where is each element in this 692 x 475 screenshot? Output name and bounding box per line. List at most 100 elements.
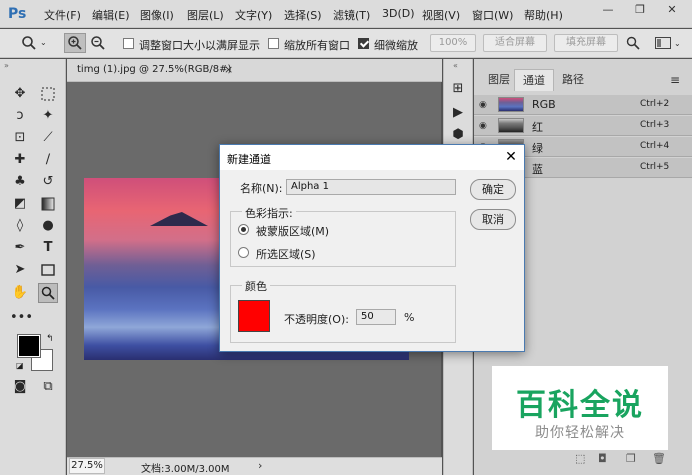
load-selection-icon[interactable]: ⬚ xyxy=(575,452,585,465)
masked-areas-radio[interactable] xyxy=(238,224,249,235)
menu-bar: Ps 文件(F) 编辑(E) 图像(I) 图层(L) 文字(Y) 选择(S) 滤… xyxy=(0,0,692,28)
eraser-tool-icon[interactable]: ◩ xyxy=(10,194,30,214)
dodge-tool-icon[interactable]: ● xyxy=(38,216,58,236)
pen-tool-icon[interactable]: ✒ xyxy=(10,238,30,258)
status-menu-arrow[interactable]: › xyxy=(258,459,262,472)
channel-shortcut: Ctrl+5 xyxy=(640,162,670,172)
preset-dropdown-icon[interactable]: ⌄ xyxy=(40,38,47,47)
resize-windows-checkbox[interactable] xyxy=(123,38,134,49)
channel-name: RGB xyxy=(532,98,556,111)
eyedropper-tool-icon[interactable]: ⟋ xyxy=(38,128,58,148)
channel-row-red[interactable]: ◉ 红 Ctrl+3 xyxy=(474,116,692,136)
dialog-titlebar[interactable]: 新建通道 ✕ xyxy=(220,145,524,170)
tab-channels[interactable]: 通道 xyxy=(514,69,554,91)
lasso-tool-icon[interactable]: ↄ xyxy=(10,106,30,126)
cancel-button[interactable]: 取消 xyxy=(470,209,516,230)
3d-panel-icon[interactable]: ⬢ xyxy=(448,125,468,145)
channel-row-rgb[interactable]: ◉ RGB Ctrl+2 xyxy=(474,95,692,115)
channel-color-swatch[interactable] xyxy=(238,300,270,332)
collapse-toolbar-icon[interactable]: » xyxy=(4,61,9,70)
dialog-title: 新建通道 xyxy=(227,153,271,166)
edit-toolbar-icon[interactable]: ••• xyxy=(10,308,33,328)
zoom-out-icon[interactable] xyxy=(87,33,109,53)
quick-mask-icon[interactable]: ◙ xyxy=(10,377,30,397)
zoom-tool-icon[interactable] xyxy=(38,283,58,303)
fit-screen-button[interactable]: 适合屏幕 xyxy=(483,34,547,52)
move-tool-icon[interactable]: ✥ xyxy=(10,84,30,104)
screen-mode-icon[interactable]: ⧉ xyxy=(38,377,58,397)
history-brush-tool-icon[interactable]: ↺ xyxy=(38,172,58,192)
document-tab-title: timg (1).jpg @ 27.5%(RGB/8#) xyxy=(77,64,232,75)
zoom-in-icon[interactable] xyxy=(64,33,86,53)
minimize-button[interactable]: — xyxy=(594,0,622,20)
hand-tool-icon[interactable]: ✋ xyxy=(10,283,30,303)
default-colors-icon[interactable]: ◪ xyxy=(16,361,24,370)
zoom-level-field[interactable]: 27.5% xyxy=(69,458,105,474)
zoom-all-windows-label: 缩放所有窗口 xyxy=(284,39,350,52)
history-panel-icon[interactable]: ⊞ xyxy=(448,79,468,99)
new-channel-icon[interactable]: ❐ xyxy=(626,452,636,465)
channel-shortcut: Ctrl+4 xyxy=(640,141,670,151)
ok-button[interactable]: 确定 xyxy=(470,179,516,200)
name-label: 名称(N): xyxy=(240,182,283,195)
channel-thumbnail xyxy=(498,97,524,112)
menu-view[interactable]: 视图(V) xyxy=(422,7,460,23)
type-tool-icon[interactable]: T xyxy=(38,238,58,258)
dialog-close-icon[interactable]: ✕ xyxy=(502,148,520,166)
options-bar: ⌄ 调整窗口大小以满屏显示 缩放所有窗口 细微缩放 100% 适合屏幕 填充屏幕… xyxy=(0,29,692,58)
swap-colors-icon[interactable]: ↰ xyxy=(46,334,54,344)
tab-paths[interactable]: 路径 xyxy=(554,69,592,91)
scrubby-zoom-checkbox[interactable] xyxy=(358,38,369,49)
document-tab[interactable]: timg (1).jpg @ 27.5%(RGB/8#) × xyxy=(67,59,442,82)
channel-name: 蓝 xyxy=(532,163,543,176)
menu-image[interactable]: 图像(I) xyxy=(140,7,174,23)
selected-areas-radio[interactable] xyxy=(238,247,249,258)
save-selection-icon[interactable]: ◘ xyxy=(598,452,607,465)
channel-name: 绿 xyxy=(532,142,543,155)
color-indicates-label: 色彩指示: xyxy=(242,205,296,221)
path-selection-tool-icon[interactable]: ➤ xyxy=(10,260,30,280)
marquee-tool-icon[interactable] xyxy=(38,84,58,104)
blur-tool-icon[interactable]: ◊ xyxy=(10,216,30,236)
workspace-dropdown-icon[interactable]: ⌄ xyxy=(674,39,681,48)
healing-brush-tool-icon[interactable]: ✚ xyxy=(10,150,30,170)
tab-layers[interactable]: 图层 xyxy=(480,69,518,91)
panel-menu-icon[interactable]: ≡ xyxy=(670,73,680,87)
menu-window[interactable]: 窗口(W) xyxy=(472,7,513,23)
menu-file[interactable]: 文件(F) xyxy=(44,7,81,23)
opacity-label: 不透明度(O): xyxy=(284,313,349,326)
zoom-tool-preset-icon[interactable] xyxy=(18,33,40,53)
gradient-tool-icon[interactable] xyxy=(38,194,58,214)
rectangle-tool-icon[interactable] xyxy=(38,260,58,280)
menu-select[interactable]: 选择(S) xyxy=(284,7,322,23)
menu-3d[interactable]: 3D(D) xyxy=(382,7,415,20)
visibility-eye-icon[interactable]: ◉ xyxy=(479,99,491,111)
document-close-icon[interactable]: × xyxy=(224,63,233,76)
zoom-100-button[interactable]: 100% xyxy=(430,34,476,52)
actions-panel-icon[interactable]: ▶ xyxy=(448,103,468,123)
foreground-color-swatch[interactable] xyxy=(17,334,41,358)
visibility-eye-icon[interactable]: ◉ xyxy=(479,120,491,132)
search-icon[interactable] xyxy=(622,33,644,53)
zoom-all-windows-checkbox[interactable] xyxy=(268,38,279,49)
brush-tool-icon[interactable]: ∕ xyxy=(38,150,58,170)
opacity-input[interactable]: 50 xyxy=(356,309,396,325)
scrubby-zoom-label: 细微缩放 xyxy=(374,39,418,52)
crop-tool-icon[interactable]: ⊡ xyxy=(10,128,30,148)
magic-wand-tool-icon[interactable]: ✦ xyxy=(38,106,58,126)
menu-filter[interactable]: 滤镜(T) xyxy=(333,7,370,23)
channel-name-input[interactable]: Alpha 1 xyxy=(286,179,456,195)
selected-areas-label: 所选区域(S) xyxy=(256,248,316,261)
clone-stamp-tool-icon[interactable]: ♣ xyxy=(10,172,30,192)
close-window-button[interactable]: ✕ xyxy=(658,0,686,20)
workspace-icon[interactable] xyxy=(652,33,674,53)
color-group-label: 颜色 xyxy=(242,278,270,294)
collapse-strip-icon[interactable]: « xyxy=(453,61,458,70)
fill-screen-button[interactable]: 填充屏幕 xyxy=(554,34,618,52)
delete-channel-icon[interactable]: 🗑 xyxy=(652,452,666,465)
restore-button[interactable]: ❐ xyxy=(626,0,654,20)
menu-help[interactable]: 帮助(H) xyxy=(524,7,563,23)
menu-edit[interactable]: 编辑(E) xyxy=(92,7,130,23)
menu-type[interactable]: 文字(Y) xyxy=(235,7,272,23)
menu-layer[interactable]: 图层(L) xyxy=(187,7,224,23)
